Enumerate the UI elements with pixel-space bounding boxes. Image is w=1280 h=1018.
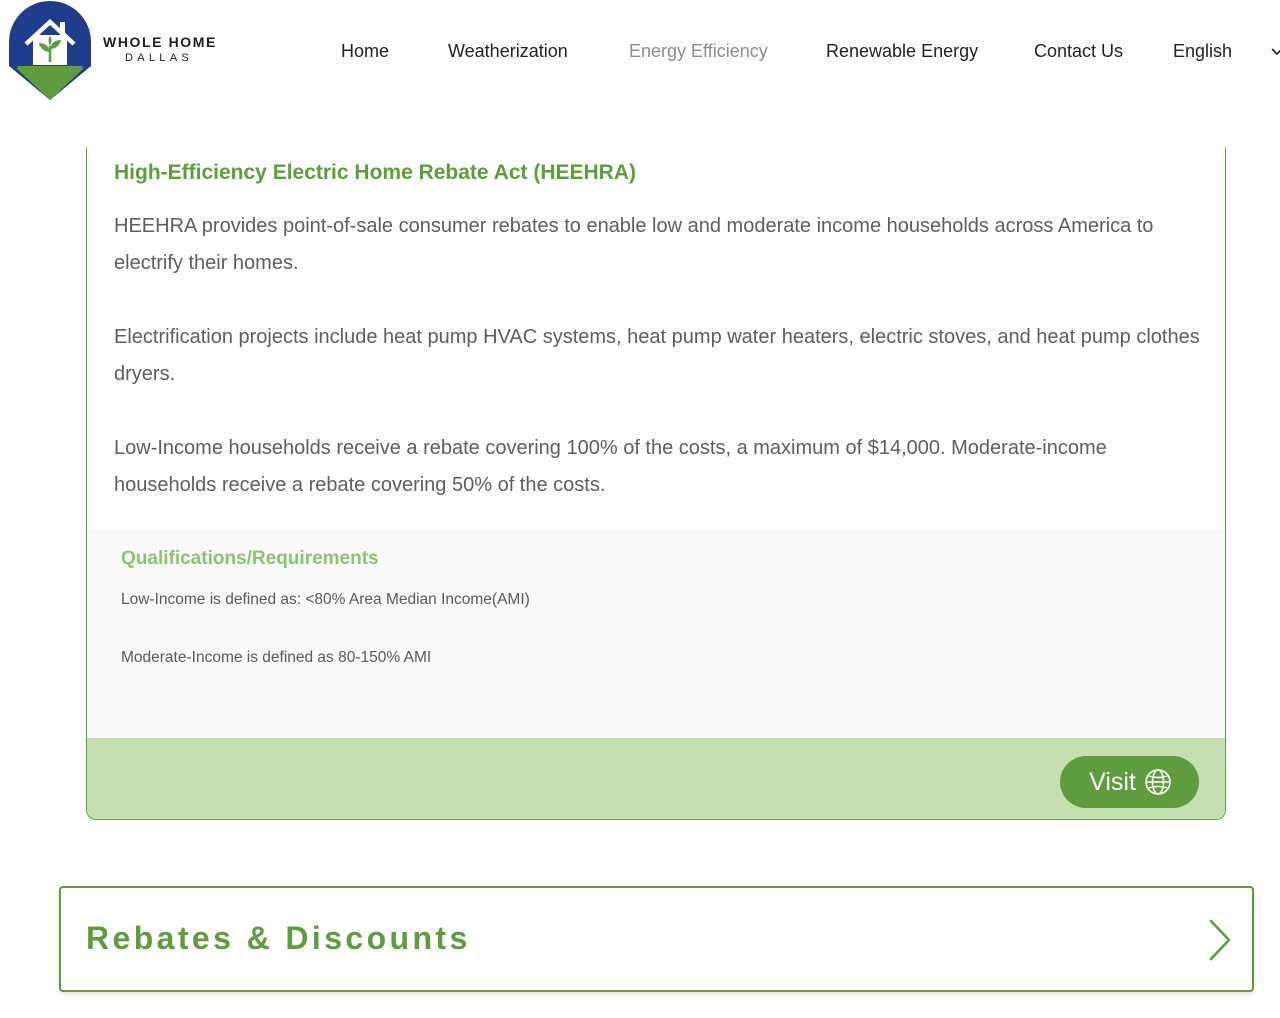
visit-button-label: Visit xyxy=(1089,767,1136,796)
program-rebate-amounts: Low-Income households receive a rebate c… xyxy=(114,437,1107,496)
chevron-right-icon[interactable] xyxy=(1207,918,1233,962)
accordion-title: Rebates & Discounts xyxy=(86,920,471,956)
qualifications-title: Qualifications/Requirements xyxy=(121,548,379,569)
nav-item-energy-efficiency[interactable]: Energy Efficiency xyxy=(629,41,768,62)
program-title: High-Efficiency Electric Home Rebate Act… xyxy=(114,161,636,184)
nav-item-contact-us[interactable]: Contact Us xyxy=(1034,41,1123,62)
language-selector[interactable]: English xyxy=(1173,41,1232,62)
site-header: WHOLE HOME DALLAS Home Weatherization En… xyxy=(0,0,1280,110)
program-projects: Electrification projects include heat pu… xyxy=(114,326,1200,385)
brand-subname: DALLAS xyxy=(125,52,193,64)
brand-name: WHOLE HOME xyxy=(103,34,217,50)
chevron-down-icon[interactable] xyxy=(1270,46,1280,58)
rebates-discounts-accordion[interactable]: Rebates & Discounts xyxy=(59,886,1254,992)
qualification-item: Moderate-Income is defined as 80-150% AM… xyxy=(121,649,432,666)
nav-item-renewable-energy[interactable]: Renewable Energy xyxy=(826,41,978,62)
qualification-item: Low-Income is defined as: <80% Area Medi… xyxy=(121,591,530,608)
program-card: High-Efficiency Electric Home Rebate Act… xyxy=(86,148,1226,820)
program-description: HEEHRA provides point-of-sale consumer r… xyxy=(114,215,1154,274)
visit-button[interactable]: Visit xyxy=(1060,756,1199,808)
card-footer: Visit xyxy=(87,738,1225,819)
nav-item-home[interactable]: Home xyxy=(341,41,389,62)
site-logo[interactable] xyxy=(8,0,92,102)
globe-icon xyxy=(1145,769,1171,795)
nav-item-weatherization[interactable]: Weatherization xyxy=(448,41,568,62)
house-with-sprout-logo-icon xyxy=(9,1,91,100)
qualifications-panel: Qualifications/Requirements Low-Income i… xyxy=(87,530,1225,738)
